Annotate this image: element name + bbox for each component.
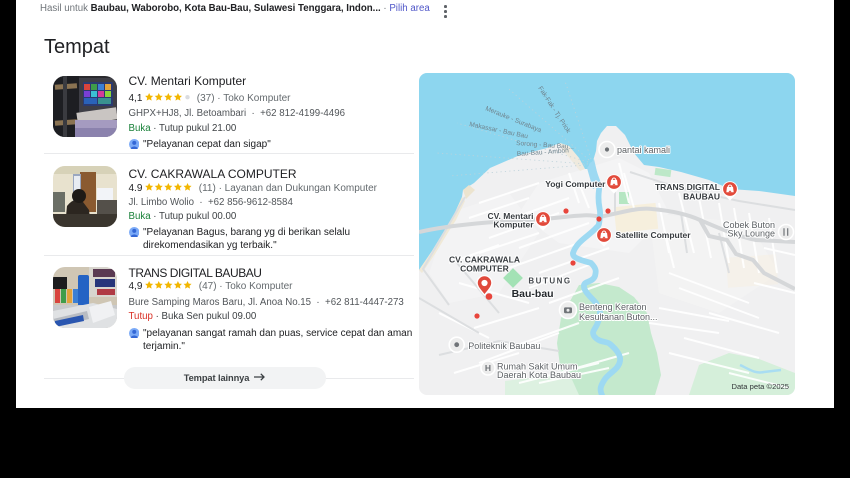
svg-text:Sky Lounge: Sky Lounge <box>727 229 775 239</box>
svg-text:BUTUNG: BUTUNG <box>528 276 571 285</box>
svg-text:Benteng Keraton: Benteng Keraton <box>579 302 647 312</box>
svg-text:Politeknik Baubau: Politeknik Baubau <box>468 341 540 351</box>
svg-text:BAUBAU: BAUBAU <box>683 192 720 202</box>
svg-text:Bau-bau: Bau-bau <box>512 288 554 300</box>
svg-text:COMPUTER: COMPUTER <box>460 264 509 274</box>
svg-text:Yogi Computer: Yogi Computer <box>545 179 606 189</box>
svg-text:pantai kamali: pantai kamali <box>617 145 670 155</box>
svg-text:H: H <box>485 363 491 373</box>
svg-text:Satellite Computer: Satellite Computer <box>616 230 692 240</box>
svg-text:TRANS DIGITAL: TRANS DIGITAL <box>655 182 720 192</box>
svg-text:Daerah Kota Baubau: Daerah Kota Baubau <box>497 370 581 380</box>
svg-text:Data peta ©2025: Data peta ©2025 <box>731 382 789 391</box>
svg-text:Kesultanan Buton...: Kesultanan Buton... <box>579 312 658 322</box>
svg-text:Komputer: Komputer <box>493 220 534 230</box>
